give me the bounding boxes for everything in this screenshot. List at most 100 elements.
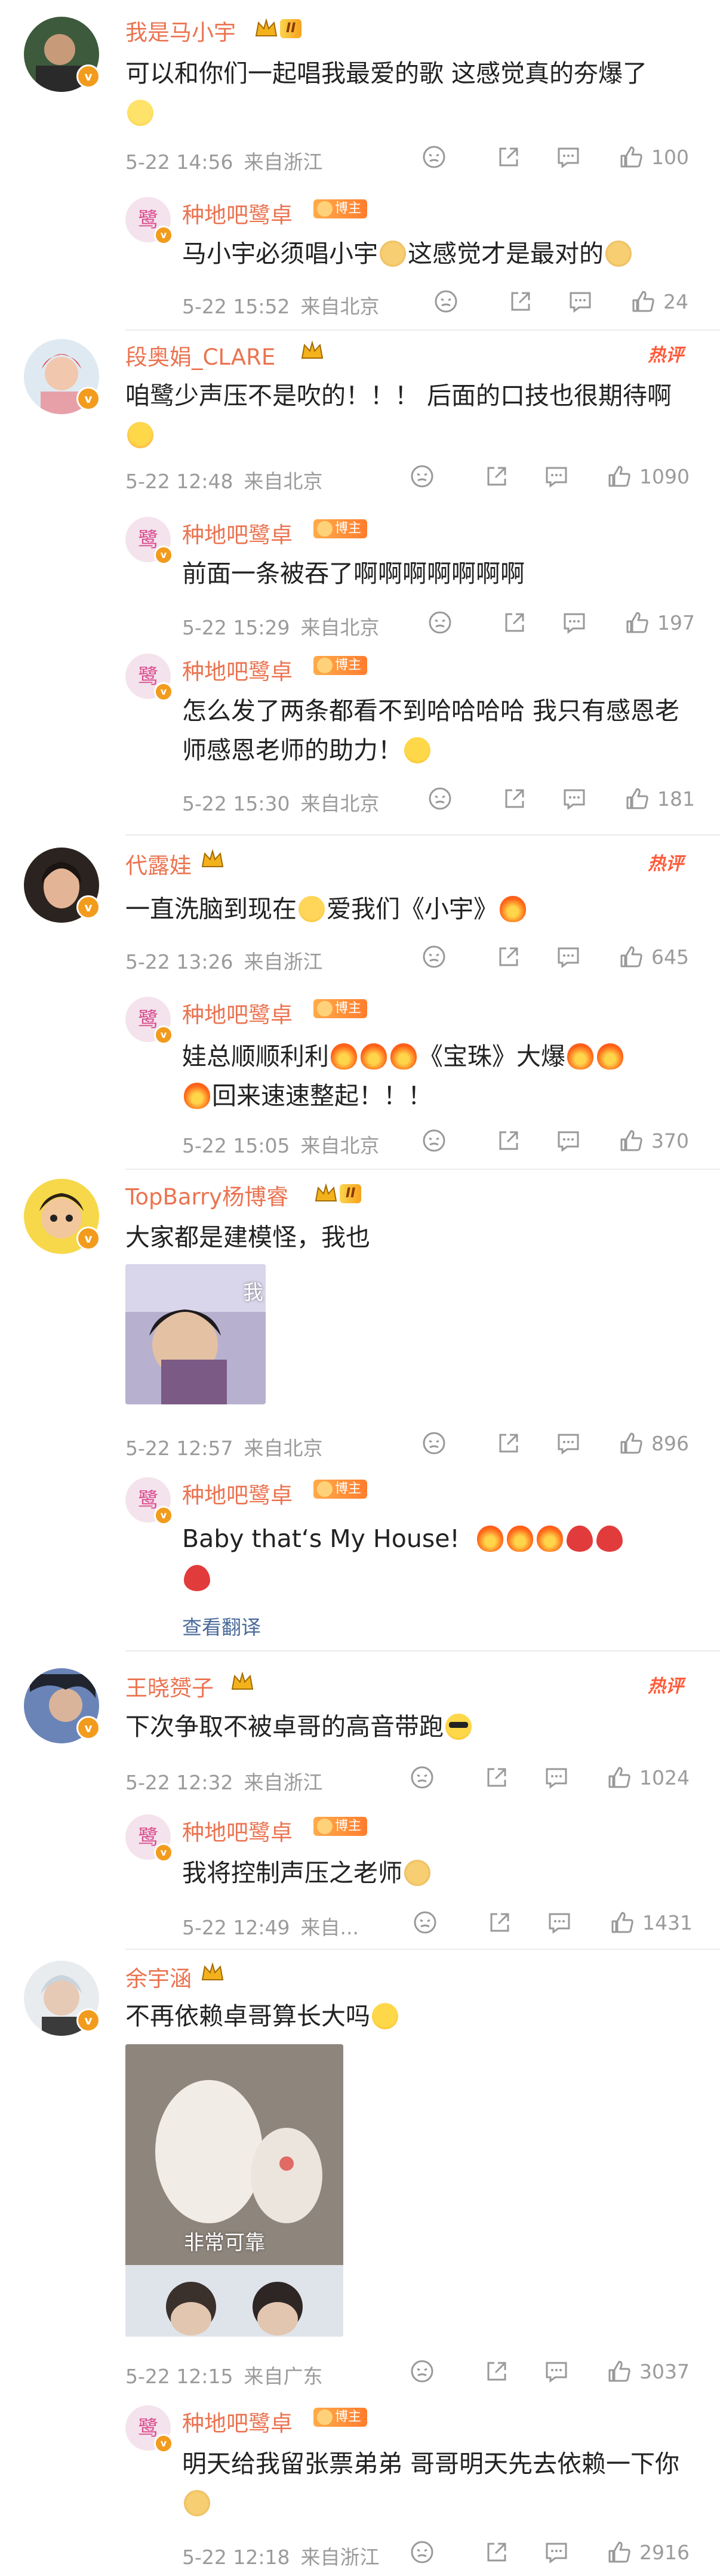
like-count: 1090 [639,464,690,488]
comment-icon[interactable] [555,944,581,970]
verified-badge-icon: v [154,2434,173,2453]
fire-emoji-icon [506,1526,533,1552]
username[interactable]: 种地吧鹭卓 [182,654,293,686]
user-badges: 博主 [313,519,368,538]
username[interactable]: 我是马小宇 [125,14,236,47]
dislike-icon[interactable] [421,944,447,970]
username[interactable]: 代露娃 [125,848,192,880]
like-button[interactable]: 3037 [606,2358,690,2384]
share-icon[interactable] [484,2539,510,2565]
comment-actions: 3037 [409,2356,696,2386]
comment-text: 下次争取不被卓哥的高音带跑 [125,1707,699,1746]
share-icon[interactable] [496,144,522,170]
username[interactable]: 种地吧鹭卓 [182,197,293,229]
share-icon[interactable] [487,1909,513,1936]
like-button[interactable]: 181 [624,785,695,812]
comment-actions: 370 [421,1126,701,1155]
like-button[interactable]: 896 [618,1430,689,1456]
divider [125,329,720,331]
like-button[interactable]: 645 [618,944,689,970]
dislike-icon[interactable] [409,463,435,489]
comment-icon[interactable] [555,1127,581,1154]
thumbs-up-icon [611,1912,633,1933]
username[interactable]: 种地吧鹭卓 [182,1814,293,1847]
comment-icon[interactable] [561,609,587,636]
share-icon[interactable] [484,2358,510,2384]
comment-icon[interactable] [555,1430,581,1456]
comment-actions: 896 [421,1428,696,1458]
hot-comment-tag: 热评 [648,1676,684,1697]
dislike-icon[interactable] [409,1764,435,1791]
comment-icon[interactable] [546,1909,573,1936]
username[interactable]: 种地吧鹭卓 [182,997,293,1029]
like-count: 1024 [639,1765,690,1789]
comment-icon[interactable] [543,2358,570,2384]
dog-icon [317,521,333,537]
comment-icon[interactable] [561,785,587,812]
like-button[interactable]: 1431 [609,1909,693,1936]
sticker-emoji-icon [127,422,153,448]
user-badges: 博主 [313,199,368,218]
share-icon[interactable] [484,463,510,489]
like-button[interactable]: 24 [630,288,688,315]
username[interactable]: 余宇涵 [125,1961,192,1993]
dislike-icon[interactable] [433,288,459,315]
like-button[interactable]: 370 [618,1127,689,1154]
translate-link[interactable]: 查看翻译 [182,1611,261,1640]
dislike-icon[interactable] [409,2539,435,2565]
username[interactable]: 王晓赟子 [125,1670,214,1702]
divider [125,1650,720,1651]
thumbs-up-icon [620,146,642,168]
like-button[interactable]: 197 [624,609,695,636]
comment-icon[interactable] [543,463,570,489]
verified-badge-icon: v [154,682,173,701]
share-icon[interactable] [496,1127,522,1154]
svg-text:鹭: 鹭 [138,1008,158,1032]
thumbs-up-icon [620,1130,642,1151]
comment-icon[interactable] [543,1764,570,1791]
comment-meta: 5-22 15:30 来自北京 [182,792,380,815]
share-icon[interactable] [496,944,522,970]
dislike-icon[interactable] [412,1909,438,1936]
dislike-icon[interactable] [421,1127,447,1154]
username[interactable]: 种地吧鹭卓 [182,1477,293,1509]
username[interactable]: 段奥娟_CLARE [125,339,275,371]
verified-badge-icon: v [154,1506,173,1525]
share-icon[interactable] [501,609,528,636]
verified-badge-icon: v [154,1843,173,1862]
share-icon[interactable] [496,1430,522,1456]
svg-text:鹭: 鹭 [138,1826,158,1850]
user-badges: 博主 [313,2408,368,2427]
username[interactable]: 种地吧鹭卓 [182,517,293,549]
like-button[interactable]: 1090 [606,463,690,489]
user-badges: II [313,1182,362,1206]
dislike-icon[interactable] [427,785,453,812]
hot-comment-tag: 热评 [648,345,684,366]
dislike-icon[interactable] [421,144,447,170]
dislike-icon[interactable] [421,1430,447,1456]
comment-text: 大家都是建模怪，我也 [125,1223,370,1252]
verified-badge-icon: v [76,1227,100,1250]
comment-actions: 181 [427,784,701,814]
username[interactable]: 种地吧鹭卓 [182,2405,293,2438]
comment-icon[interactable] [567,288,593,315]
thumbs-up-icon [626,612,648,633]
comment-image[interactable]: 我 [125,1264,266,1404]
dog-emoji-icon [404,1860,430,1886]
like-button[interactable]: 1024 [606,1764,690,1791]
level-badge: II [280,19,302,38]
dislike-icon[interactable] [427,609,453,636]
share-icon[interactable] [484,1764,510,1791]
dislike-icon[interactable] [409,2358,435,2384]
share-icon[interactable] [501,785,528,812]
comment-image[interactable]: 非常可靠 [125,2044,343,2337]
like-button[interactable]: 2916 [606,2539,690,2565]
username[interactable]: TopBarry杨博睿 [125,1179,288,1211]
grin-emoji-icon [127,100,153,126]
comment-icon[interactable] [543,2539,570,2565]
fire-emoji-icon [597,1043,623,1070]
share-icon[interactable] [507,288,534,315]
comment-icon[interactable] [555,144,581,170]
comment-text: 马小宇必须唱小宇 这感觉才是最对的 [182,234,696,273]
like-button[interactable]: 100 [618,144,689,170]
